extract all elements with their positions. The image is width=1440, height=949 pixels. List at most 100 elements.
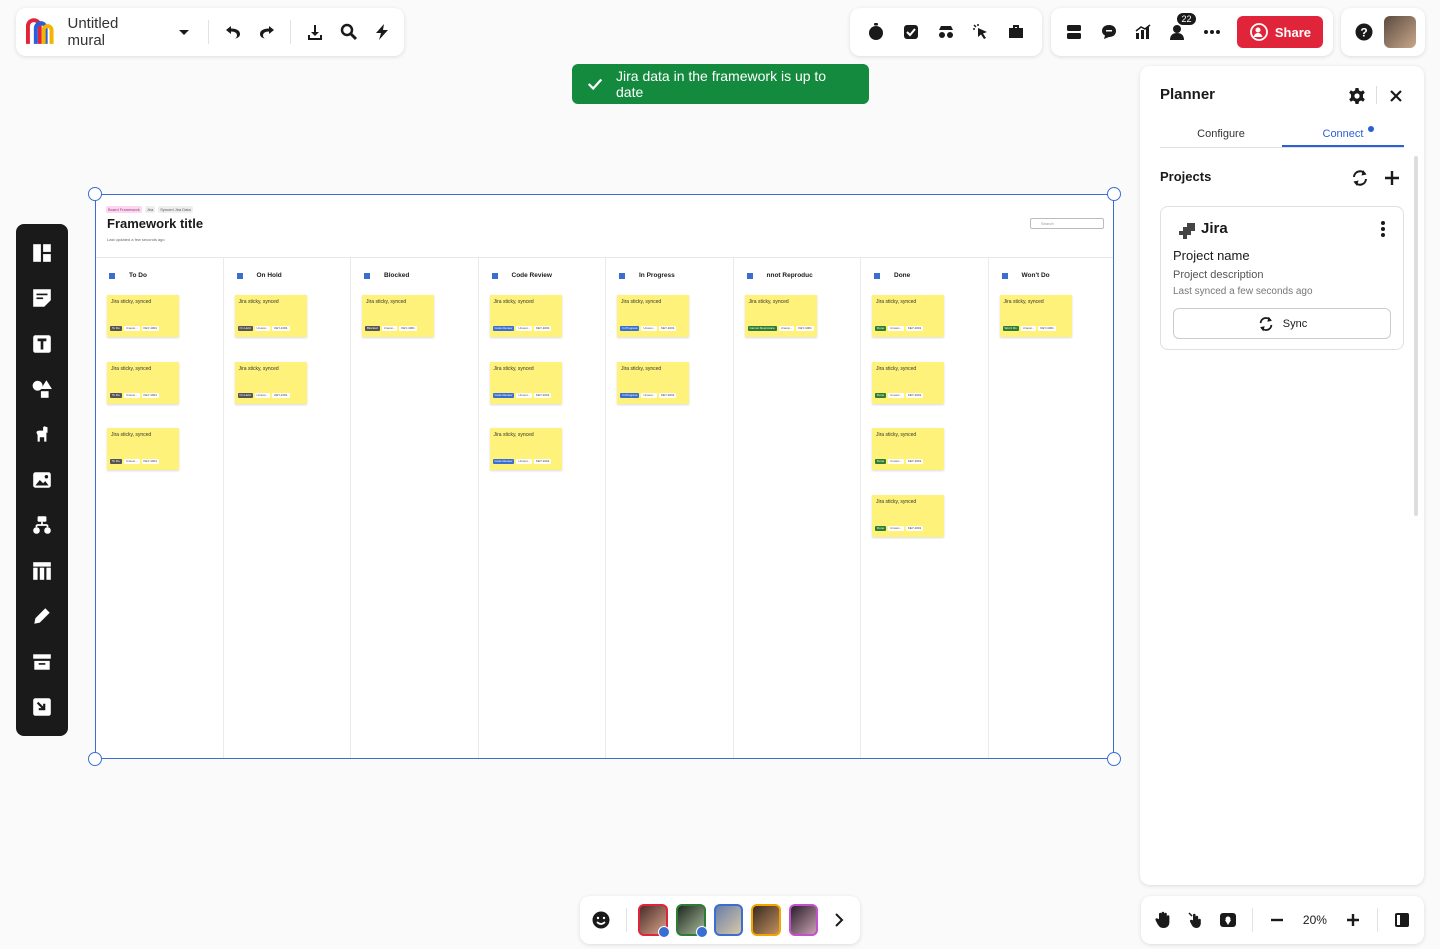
issue-key-badge[interactable]: KEY-1001 bbox=[905, 459, 924, 464]
add-icon[interactable] bbox=[1378, 164, 1406, 192]
chevron-down-icon[interactable] bbox=[171, 18, 199, 46]
toolbox-icon[interactable] bbox=[1002, 18, 1030, 46]
sidebar-toggle-icon[interactable] bbox=[1390, 906, 1414, 934]
mural-title[interactable]: Untitled mural bbox=[68, 15, 159, 49]
redo-icon[interactable] bbox=[253, 18, 281, 46]
issue-key-badge[interactable]: KEY-1001 bbox=[272, 326, 290, 331]
jira-sticky[interactable]: Jira sticky, synced Code Review Unassi... K… bbox=[489, 361, 562, 404]
share-button[interactable]: Share bbox=[1236, 16, 1324, 48]
jira-sticky[interactable]: Jira sticky, synced To Do Unassi... KEY-100… bbox=[107, 428, 179, 470]
voting-icon[interactable] bbox=[897, 18, 925, 46]
issue-key-badge[interactable]: KEY-1001 bbox=[796, 326, 814, 331]
tab-connect[interactable]: Connect bbox=[1282, 126, 1404, 147]
issue-key-badge[interactable]: KEY-1001 bbox=[534, 392, 552, 398]
user-avatar[interactable] bbox=[1384, 16, 1416, 48]
activity-icon[interactable] bbox=[1130, 18, 1156, 46]
private-mode-icon[interactable] bbox=[932, 18, 960, 46]
jira-sticky[interactable]: Jira sticky, synced Done Unassi... KEY-1001 bbox=[872, 361, 944, 404]
jira-sticky[interactable]: Jira sticky, synced In Progress Unassi... K… bbox=[617, 361, 689, 404]
column-header[interactable]: To Do bbox=[109, 272, 147, 279]
collaborator-avatar[interactable] bbox=[788, 904, 819, 936]
column-header[interactable]: Code Review bbox=[491, 272, 552, 279]
resize-handle-top-right[interactable] bbox=[1107, 187, 1121, 201]
outline-panel-icon[interactable] bbox=[27, 647, 57, 677]
zoom-in-icon[interactable] bbox=[1340, 906, 1364, 934]
jira-sticky[interactable]: Jira sticky, synced Done Unassi... KEY-1001 bbox=[872, 494, 944, 537]
collaborator-avatar[interactable] bbox=[751, 904, 781, 936]
sticky-note-icon[interactable] bbox=[27, 283, 57, 313]
gear-icon[interactable] bbox=[1343, 82, 1371, 110]
icons-llama-icon[interactable] bbox=[27, 420, 57, 450]
more-icon[interactable] bbox=[1199, 18, 1225, 46]
timer-icon[interactable] bbox=[862, 18, 890, 46]
issue-key-badge[interactable]: KEY-1001 bbox=[141, 326, 159, 331]
download-icon[interactable] bbox=[301, 18, 329, 46]
templates-icon[interactable] bbox=[27, 238, 57, 268]
issue-key-badge[interactable]: KEY-1001 bbox=[534, 459, 552, 464]
column-header[interactable]: nnot Reproduc bbox=[746, 272, 813, 279]
issue-key-badge[interactable]: KEY-1001 bbox=[141, 392, 159, 398]
help-icon[interactable]: ? bbox=[1350, 18, 1378, 46]
resize-handle-bottom-left[interactable] bbox=[88, 752, 102, 766]
jira-sticky[interactable]: Jira sticky, synced Blocked Unassi... KEY-1… bbox=[362, 295, 434, 337]
project-card[interactable]: Jira Project name Project description La… bbox=[1160, 206, 1404, 350]
hand-pan-icon[interactable] bbox=[1151, 906, 1175, 934]
collaborators-icon[interactable]: 22 bbox=[1164, 12, 1197, 46]
jira-sticky[interactable]: Jira sticky, synced Done Unassi... KEY-1001 bbox=[872, 428, 944, 470]
jira-sticky[interactable]: Jira sticky, synced To Do Unassi... KEY-100… bbox=[107, 295, 179, 337]
collaborator-avatar[interactable] bbox=[638, 904, 671, 938]
jira-sticky[interactable]: Jira sticky, synced Cannot Reproduce Unass… bbox=[744, 295, 817, 337]
shapes-icon[interactable] bbox=[27, 374, 57, 404]
column-header[interactable]: Blocked bbox=[364, 272, 409, 279]
sync-button[interactable]: Sync bbox=[1173, 308, 1391, 339]
chevron-right-icon[interactable] bbox=[826, 906, 852, 934]
jira-sticky[interactable]: Jira sticky, synced In Progress Unassi... K… bbox=[617, 295, 689, 337]
column-header[interactable]: Won't Do bbox=[1001, 272, 1050, 279]
search-icon[interactable] bbox=[335, 18, 363, 46]
resize-handle-top-left[interactable] bbox=[88, 187, 102, 201]
jira-sticky[interactable]: Jira sticky, synced Done Unassi... KEY-1001 bbox=[872, 295, 944, 337]
table-icon[interactable] bbox=[27, 556, 57, 586]
column-header[interactable]: On Hold bbox=[236, 272, 282, 279]
outline-icon[interactable] bbox=[1061, 18, 1087, 46]
issue-key-badge[interactable]: KEY-1001 bbox=[905, 525, 924, 531]
column-header[interactable]: In Progress bbox=[619, 272, 675, 279]
issue-key-badge[interactable]: KEY-1001 bbox=[1038, 326, 1056, 331]
jira-sticky[interactable]: Jira sticky, synced On Hold Unassi... KEY-1… bbox=[234, 295, 307, 337]
tab-configure[interactable]: Configure bbox=[1160, 128, 1282, 147]
text-icon[interactable] bbox=[27, 329, 57, 359]
zoom-out-icon[interactable] bbox=[1265, 906, 1289, 934]
mural-logo[interactable] bbox=[24, 16, 56, 48]
image-icon[interactable] bbox=[27, 465, 57, 495]
lightning-icon[interactable] bbox=[368, 18, 396, 46]
scrollbar[interactable] bbox=[1414, 156, 1418, 516]
summon-cursor-icon[interactable] bbox=[967, 18, 995, 46]
framework-title[interactable]: Framework title bbox=[107, 216, 203, 231]
issue-key-badge[interactable]: KEY-1001 bbox=[659, 392, 677, 398]
resize-handle-bottom-right[interactable] bbox=[1107, 752, 1121, 766]
collaborator-avatar[interactable] bbox=[676, 904, 708, 938]
map-icon[interactable] bbox=[1216, 906, 1240, 934]
jira-framework[interactable]: Board Framework Jira Synced Jira Data Fr… bbox=[88, 187, 1121, 766]
refresh-icon[interactable] bbox=[1346, 164, 1374, 192]
jira-sticky[interactable]: Jira sticky, synced Won't Do Unassi... KEY-… bbox=[999, 295, 1072, 337]
jira-sticky[interactable]: Jira sticky, synced Code Review Unassi... K… bbox=[489, 295, 562, 337]
comments-icon[interactable] bbox=[1095, 18, 1121, 46]
collaborator-avatar[interactable] bbox=[713, 904, 744, 936]
more-vertical-icon[interactable] bbox=[1369, 215, 1397, 243]
gesture-icon[interactable] bbox=[1183, 906, 1207, 934]
jira-sticky[interactable]: Jira sticky, synced Code Review Unassi... K… bbox=[489, 428, 562, 470]
diagram-icon[interactable] bbox=[27, 510, 57, 540]
close-icon[interactable] bbox=[1382, 82, 1410, 110]
draw-icon[interactable] bbox=[27, 601, 57, 631]
issue-key-badge[interactable]: KEY-1001 bbox=[659, 326, 677, 331]
import-icon[interactable] bbox=[27, 692, 57, 722]
jira-sticky[interactable]: Jira sticky, synced On Hold Unassi... KEY-1… bbox=[234, 361, 307, 404]
framework-search-input[interactable]: Search bbox=[1030, 218, 1104, 229]
issue-key-badge[interactable]: KEY-1001 bbox=[905, 326, 924, 331]
column-header[interactable]: Done bbox=[874, 272, 910, 279]
reaction-emoji-icon[interactable] bbox=[588, 906, 614, 934]
issue-key-badge[interactable]: KEY-1001 bbox=[399, 326, 417, 331]
issue-key-badge[interactable]: KEY-1001 bbox=[272, 392, 290, 398]
zoom-level[interactable]: 20% bbox=[1298, 913, 1333, 927]
